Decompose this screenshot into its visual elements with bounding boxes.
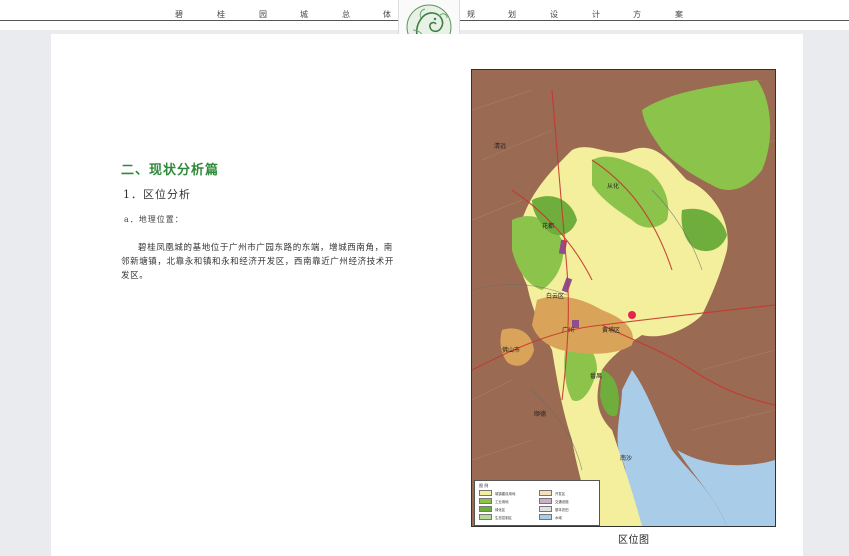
- header-char: 园: [259, 10, 267, 19]
- legend-item: 水域: [539, 514, 562, 520]
- legend-label: 交通设施: [555, 499, 569, 504]
- document-page: 二、现状分析篇 1．区位分析 a．地理位置： 碧桂凤凰城的基地位于广州市广园东路…: [51, 34, 803, 556]
- legend-swatch: [539, 498, 552, 504]
- map-label: 黄埔区: [602, 326, 620, 334]
- map-label: 顺德: [534, 410, 546, 418]
- header-rule-right: [458, 20, 849, 21]
- legend-item: 基本农田: [539, 506, 569, 512]
- header-char: 体: [383, 10, 391, 19]
- legend-label: 水域: [555, 515, 562, 520]
- header-char: 方: [633, 10, 641, 19]
- header-char: 设: [550, 10, 558, 19]
- legend-label: 生态控制区: [495, 515, 512, 520]
- legend-item: 工业用地: [479, 498, 509, 504]
- legend-item: 城镇建设用地: [479, 490, 515, 496]
- header-char: 城: [300, 10, 308, 19]
- body-paragraph: 碧桂凤凰城的基地位于广州市广园东路的东端，增城西南角，南邻新塘镇，北靠永和镇和永…: [121, 243, 395, 281]
- legend-label: 开发区: [555, 491, 566, 496]
- subsection-heading: 1．区位分析: [123, 188, 191, 201]
- section-title: 二、现状分析篇: [121, 163, 220, 178]
- legend-item: 开发区: [539, 490, 565, 496]
- map-label: 番禺: [590, 373, 602, 380]
- location-map: 清远 从化 花都 白云区 广州 黄埔区 佛山市 番禺 顺德 南沙 图 例 城镇建…: [471, 69, 776, 527]
- map-graphic: 清远 从化 花都 白云区 广州 黄埔区 佛山市 番禺 顺德 南沙: [472, 70, 775, 526]
- map-caption: 区位图: [618, 535, 650, 546]
- header-char: 碧: [175, 10, 183, 19]
- legend-swatch: [479, 490, 492, 496]
- legend-swatch: [539, 490, 552, 496]
- header-char: 案: [675, 10, 683, 19]
- header-char: 划: [508, 10, 516, 19]
- map-label: 白云区: [546, 292, 564, 300]
- legend-swatch: [539, 506, 552, 512]
- legend-label: 工业用地: [495, 499, 509, 504]
- legend-item: 绿化区: [479, 506, 505, 512]
- map-label: 清远: [494, 142, 506, 150]
- header-char: 规: [467, 10, 475, 19]
- item-heading: a．地理位置：: [124, 215, 184, 224]
- map-label: 花都: [542, 222, 554, 230]
- map-legend: 图 例 城镇建设用地 工业用地 绿化区 生态控制区 开发区 交通设施 基本农田 …: [474, 480, 600, 526]
- legend-label: 城镇建设用地: [495, 491, 516, 496]
- header-char: 计: [592, 10, 600, 19]
- legend-item: 生态控制区: [479, 514, 512, 520]
- legend-swatch: [539, 514, 552, 520]
- legend-title: 图 例: [479, 483, 489, 488]
- map-label: 从化: [607, 182, 619, 190]
- legend-label: 基本农田: [555, 507, 569, 512]
- map-label: 佛山市: [502, 346, 520, 354]
- header-rule-left: [0, 20, 398, 21]
- legend-swatch: [479, 514, 492, 520]
- map-label: 南沙: [620, 454, 632, 462]
- legend-swatch: [479, 506, 492, 512]
- map-label: 广州: [562, 326, 574, 334]
- header-char: 桂: [217, 10, 225, 19]
- header-char: 总: [342, 10, 350, 19]
- legend-item: 交通设施: [539, 498, 569, 504]
- legend-swatch: [479, 498, 492, 504]
- legend-label: 绿化区: [495, 507, 506, 512]
